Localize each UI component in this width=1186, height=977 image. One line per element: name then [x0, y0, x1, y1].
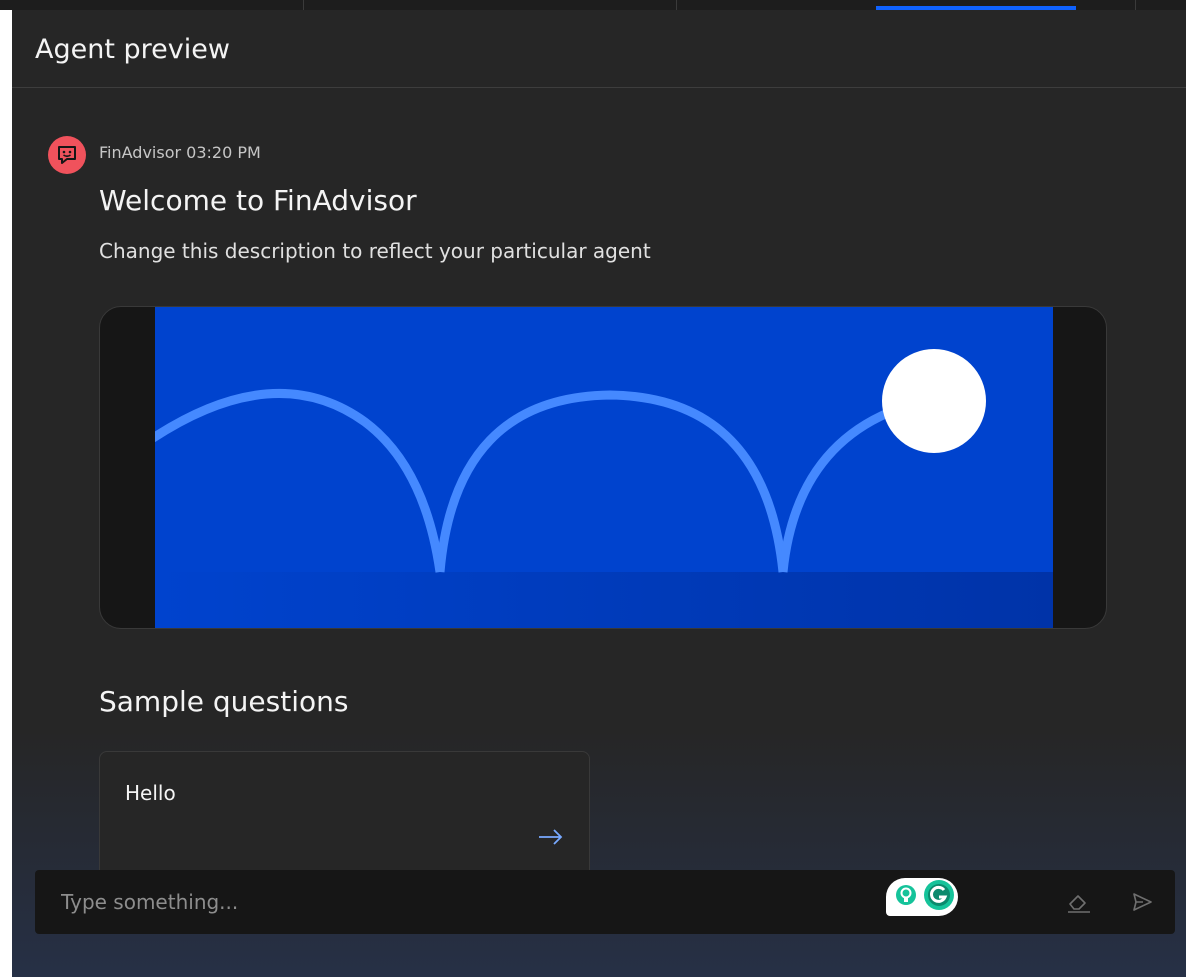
- idea-bulb-icon: [896, 885, 916, 905]
- arrow-right-icon: [539, 829, 563, 845]
- message-meta: FinAdvisor 03:20 PM: [99, 143, 261, 162]
- top-tab-strip: [0, 0, 1186, 10]
- panel-header: Agent preview: [12, 10, 1186, 88]
- page-title: Agent preview: [35, 34, 230, 65]
- welcome-title: Welcome to FinAdvisor: [99, 184, 417, 217]
- grammarly-icon: [924, 880, 954, 910]
- sample-question-label: Hello: [125, 781, 176, 805]
- message-composer: [35, 870, 1175, 934]
- message-input[interactable]: [35, 870, 875, 934]
- tab-divider: [676, 0, 677, 10]
- chat-bot-icon: [58, 146, 76, 164]
- welcome-banner-image: [99, 306, 1107, 629]
- extension-badge[interactable]: [886, 878, 958, 916]
- bouncing-ball-illustration: [155, 307, 1053, 628]
- eraser-icon[interactable]: [1066, 890, 1092, 914]
- welcome-description: Change this description to reflect your …: [99, 239, 651, 263]
- send-icon[interactable]: [1130, 890, 1154, 914]
- sample-question-card[interactable]: Hello: [99, 751, 590, 881]
- agent-avatar: [48, 136, 86, 174]
- tab-divider: [1135, 0, 1136, 10]
- agent-preview-panel: Agent preview FinAdvisor 03:20 PM Welcom…: [12, 10, 1186, 977]
- ball: [882, 349, 986, 453]
- sample-questions-heading: Sample questions: [99, 685, 349, 718]
- tab-divider: [303, 0, 304, 10]
- banner-ground: [155, 572, 1053, 628]
